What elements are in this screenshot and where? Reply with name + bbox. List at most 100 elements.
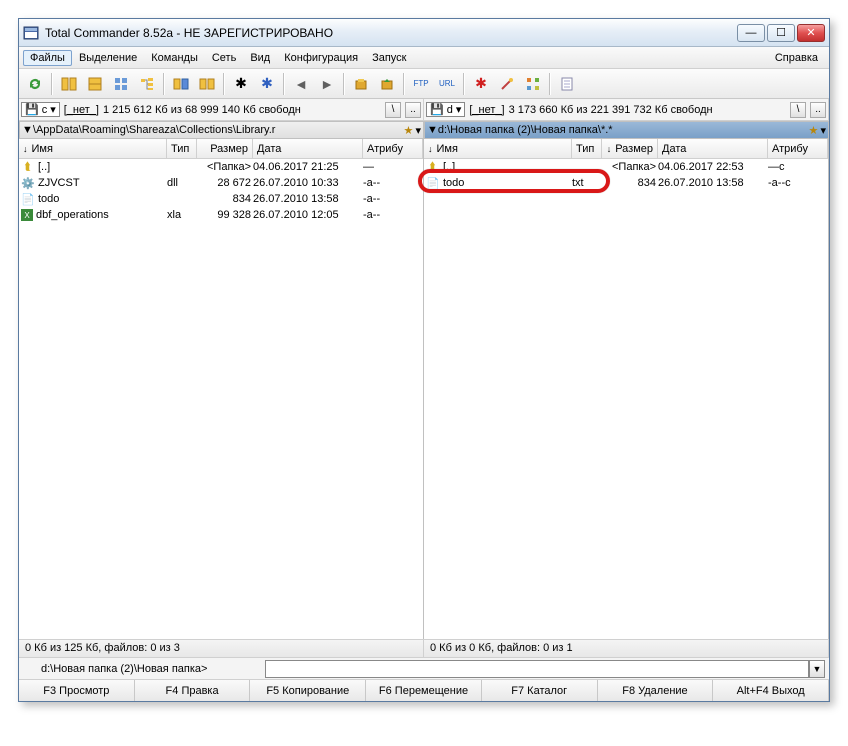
equal-panels-icon[interactable] [195, 72, 219, 96]
view-thumb-icon[interactable] [109, 72, 133, 96]
file-attr: -a--c [768, 177, 828, 189]
drive-icon: 💾 [25, 103, 39, 116]
fkey-button[interactable]: F7 Каталог [482, 680, 598, 701]
menu-start[interactable]: Запуск [365, 50, 413, 66]
hdr-name[interactable]: Имя [424, 139, 572, 158]
view-brief-icon[interactable] [83, 72, 107, 96]
menu-net[interactable]: Сеть [205, 50, 243, 66]
command-line: d:\Новая папка (2)\Новая папка> ▼ [19, 657, 829, 679]
hdr-date[interactable]: Дата [658, 139, 768, 158]
close-button[interactable]: ✕ [797, 24, 825, 42]
right-headers: Имя Тип Размер Дата Атрибу [424, 139, 828, 159]
back-icon[interactable]: ◄ [289, 72, 313, 96]
toolbar: ✱ ✱ ◄ ► FTP URL ✱ [19, 69, 829, 99]
file-name: [..] [443, 161, 455, 173]
wand-icon[interactable] [495, 72, 519, 96]
left-drive-info: 1 215 612 Кб из 68 999 140 Кб свободн [103, 104, 301, 116]
fav-star-icon[interactable]: ★ [806, 124, 820, 137]
swap-panels-icon[interactable] [169, 72, 193, 96]
menu-view[interactable]: Вид [243, 50, 277, 66]
minimize-button[interactable]: — [737, 24, 765, 42]
left-up-button[interactable]: .. [405, 102, 421, 118]
title-bar[interactable]: Total Commander 8.52a - НЕ ЗАРЕГИСТРИРОВ… [19, 19, 829, 47]
file-row[interactable]: ⮬[..]<Папка>04.06.2017 22:53—c [424, 159, 828, 175]
file-attr: -a-- [363, 193, 423, 205]
left-file-list[interactable]: ⮬[..]<Папка>04.06.2017 21:25—⚙️ZJVCSTdll… [19, 159, 423, 639]
file-row[interactable]: ⚙️ZJVCSTdll28 67226.07.2010 10:33-a-- [19, 175, 423, 191]
file-name: [..] [38, 161, 50, 173]
hdr-date[interactable]: Дата [253, 139, 363, 158]
file-size: 834 [602, 177, 658, 189]
left-drive-select[interactable]: 💾c▾ [21, 102, 60, 117]
fkey-button[interactable]: F8 Удаление [598, 680, 714, 701]
status-bar: 0 Кб из 125 Кб, файлов: 0 из 3 0 Кб из 0… [19, 639, 829, 657]
history-icon[interactable]: ▾ [820, 124, 826, 137]
menu-commands[interactable]: Команды [144, 50, 205, 66]
view-tree-icon[interactable] [135, 72, 159, 96]
star-red-icon[interactable]: ✱ [469, 72, 493, 96]
forward-icon[interactable]: ► [315, 72, 339, 96]
menu-help[interactable]: Справка [768, 50, 825, 66]
file-name: ZJVCST [38, 177, 80, 189]
view-list-icon[interactable] [57, 72, 81, 96]
grid-icon[interactable] [521, 72, 545, 96]
url-icon[interactable]: URL [435, 72, 459, 96]
file-attr: -a-- [363, 209, 423, 221]
file-row[interactable]: 📄todo83426.07.2010 13:58-a-- [19, 191, 423, 207]
fav-star-icon[interactable]: ★ [401, 124, 415, 137]
menu-files[interactable]: Файлы [23, 50, 72, 66]
right-drive-info: 3 173 660 Кб из 221 391 732 Кб свободн [509, 104, 713, 116]
left-drive-none[interactable]: [_нет_] [64, 104, 99, 116]
menu-config[interactable]: Конфигурация [277, 50, 365, 66]
hdr-type[interactable]: Тип [167, 139, 197, 158]
file-attr: — [363, 161, 423, 173]
select-all-icon[interactable]: ✱ [229, 72, 253, 96]
hdr-attr[interactable]: Атрибу [768, 139, 828, 158]
right-file-list[interactable]: ⮬[..]<Папка>04.06.2017 22:53—c📄todotxt83… [424, 159, 828, 639]
right-path[interactable]: ▼ d:\Новая папка (2)\Новая папка\*.* ★ ▾ [424, 121, 829, 139]
file-date: 04.06.2017 22:53 [658, 161, 768, 173]
ftp-icon[interactable]: FTP [409, 72, 433, 96]
refresh-icon[interactable] [23, 72, 47, 96]
fkey-button[interactable]: F6 Перемещение [366, 680, 482, 701]
hdr-size[interactable]: Размер [197, 139, 253, 158]
deselect-icon[interactable]: ✱ [255, 72, 279, 96]
left-path[interactable]: ▼ \AppData\Roaming\Shareaza\Collections\… [19, 121, 424, 139]
menu-select[interactable]: Выделение [72, 50, 144, 66]
file-date: 26.07.2010 13:58 [253, 193, 363, 205]
file-row[interactable]: 📄todotxt83426.07.2010 13:58-a--c [424, 175, 828, 191]
right-drive-select[interactable]: 💾d▾ [426, 102, 465, 117]
right-root-button[interactable]: \ [790, 102, 806, 118]
file-date: 26.07.2010 12:05 [253, 209, 363, 221]
fkey-button[interactable]: F4 Правка [135, 680, 251, 701]
hdr-attr[interactable]: Атрибу [363, 139, 423, 158]
dropdown-icon[interactable]: ▼ [22, 124, 33, 136]
path-bar: ▼ \AppData\Roaming\Shareaza\Collections\… [19, 121, 829, 139]
fkey-button[interactable]: F5 Копирование [250, 680, 366, 701]
right-up-button[interactable]: .. [810, 102, 826, 118]
menu-bar: Файлы Выделение Команды Сеть Вид Конфигу… [19, 47, 829, 69]
file-row[interactable]: Xdbf_operationsxla99 32826.07.2010 12:05… [19, 207, 423, 223]
file-row[interactable]: ⮬[..]<Папка>04.06.2017 21:25— [19, 159, 423, 175]
file-date: 26.07.2010 13:58 [658, 177, 768, 189]
hdr-name[interactable]: Имя [19, 139, 167, 158]
right-drive-none[interactable]: [_нет_] [469, 104, 504, 116]
dropdown-icon[interactable]: ▼ [427, 124, 438, 136]
file-date: 26.07.2010 10:33 [253, 177, 363, 189]
fkey-button[interactable]: F3 Просмотр [19, 680, 135, 701]
file-name: todo [38, 193, 59, 205]
fkey-button[interactable]: Alt+F4 Выход [713, 680, 829, 701]
hdr-size[interactable]: Размер [602, 139, 658, 158]
file-attr: -a-- [363, 177, 423, 189]
unpack-icon[interactable] [375, 72, 399, 96]
maximize-button[interactable]: ☐ [767, 24, 795, 42]
left-root-button[interactable]: \ [385, 102, 401, 118]
pack-icon[interactable] [349, 72, 373, 96]
cmd-input[interactable] [265, 660, 809, 678]
left-panel: Имя Тип Размер Дата Атрибу ⮬[..]<Папка>0… [19, 139, 424, 639]
cmd-history-button[interactable]: ▼ [809, 660, 825, 678]
history-icon[interactable]: ▾ [415, 124, 421, 137]
hdr-type[interactable]: Тип [572, 139, 602, 158]
right-panel: Имя Тип Размер Дата Атрибу ⮬[..]<Папка>0… [424, 139, 829, 639]
notepad-icon[interactable] [555, 72, 579, 96]
